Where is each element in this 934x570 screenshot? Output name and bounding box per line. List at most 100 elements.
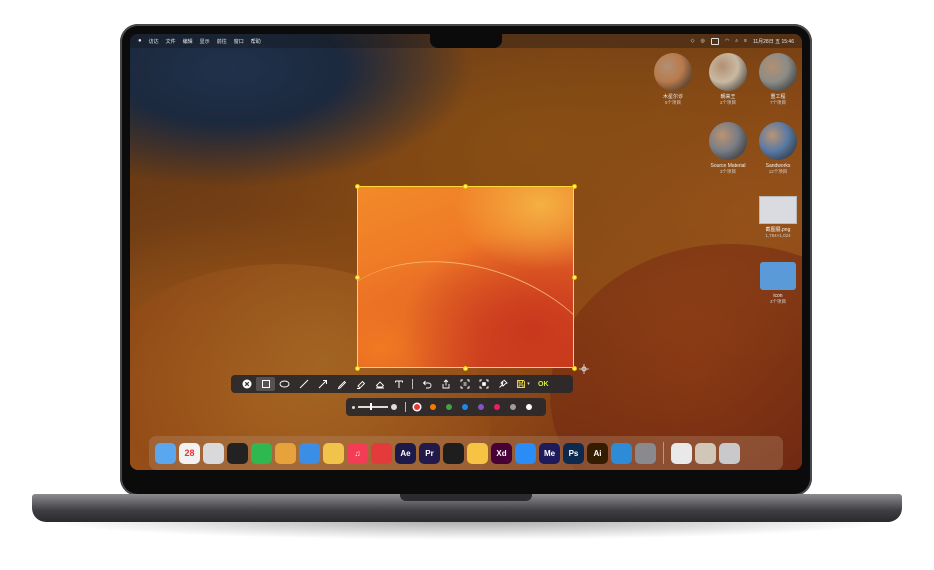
dock-app-preview[interactable] bbox=[671, 442, 692, 464]
wifi-icon[interactable]: ◠ bbox=[725, 38, 729, 44]
menu-item[interactable]: 访达 bbox=[149, 38, 159, 45]
text-tool-button[interactable] bbox=[389, 377, 408, 391]
dock-app-edge[interactable] bbox=[611, 442, 632, 464]
dock-app-safari[interactable] bbox=[299, 442, 320, 464]
color-swatch[interactable] bbox=[430, 404, 436, 410]
dock-app-illustrator[interactable]: Ai bbox=[587, 442, 608, 464]
color-swatch[interactable] bbox=[526, 404, 532, 410]
resize-handle-top-left[interactable] bbox=[355, 184, 360, 189]
desktop-icon[interactable]: 朝来王 2个项目 bbox=[700, 53, 756, 106]
dock-app-adobe-xd[interactable]: Xd bbox=[491, 442, 512, 464]
menu-item[interactable]: 前往 bbox=[217, 38, 227, 45]
save-icon bbox=[517, 380, 526, 388]
stroke-size-slider[interactable] bbox=[352, 403, 397, 411]
ok-button[interactable]: OK bbox=[538, 381, 549, 388]
desktop-icon-subtitle: 1,784×1,024 bbox=[765, 233, 791, 238]
crosshair-cursor-icon bbox=[579, 364, 589, 374]
color-swatch[interactable] bbox=[446, 404, 452, 410]
desktop-icon-subtitle: 3个项目 bbox=[769, 299, 786, 304]
desktop-icon-subtitle: 5个项目 bbox=[664, 100, 681, 105]
color-swatch[interactable] bbox=[462, 404, 468, 410]
eraser-tool-button[interactable] bbox=[370, 377, 389, 391]
dock-app-photoshop[interactable]: Ps bbox=[563, 442, 584, 464]
color-swatch[interactable] bbox=[494, 404, 500, 410]
planet-folder-icon bbox=[709, 53, 747, 91]
color-swatch[interactable] bbox=[478, 404, 484, 410]
colorbar-divider bbox=[405, 402, 406, 412]
desktop-icon[interactable]: 木星尔诊 5个项目 bbox=[645, 53, 701, 106]
pin-button[interactable] bbox=[493, 377, 512, 391]
dock-app-settings[interactable] bbox=[635, 442, 656, 464]
dock-app-chrome[interactable] bbox=[275, 442, 296, 464]
save-button[interactable]: ▾ bbox=[512, 377, 534, 391]
resize-handle-right[interactable] bbox=[572, 275, 577, 280]
undo-button[interactable] bbox=[417, 377, 436, 391]
undo-icon bbox=[422, 380, 431, 389]
menu-clock[interactable]: 11月28日 五 15:46 bbox=[753, 38, 794, 45]
ocr-button[interactable] bbox=[455, 377, 474, 391]
search-icon[interactable]: ⌕ bbox=[735, 38, 738, 44]
dock-app-sketch[interactable] bbox=[467, 442, 488, 464]
dock-app-trash[interactable] bbox=[719, 442, 740, 464]
resize-handle-bottom-right[interactable] bbox=[572, 366, 577, 371]
fullscreen-icon bbox=[479, 379, 488, 389]
arrow-tool-button[interactable] bbox=[313, 377, 332, 391]
desktop-icon[interactable]: icon 3个项目 bbox=[750, 262, 806, 305]
dock-app-photos[interactable] bbox=[323, 442, 344, 464]
dock-app-folder-stack[interactable] bbox=[695, 442, 716, 464]
dock-app-media-encoder[interactable]: Me bbox=[539, 442, 560, 464]
menu-item[interactable]: 显示 bbox=[200, 38, 210, 45]
desktop-icon[interactable]: 截图展.png 1,784×1,024 bbox=[750, 196, 806, 239]
ellipse-tool-button[interactable] bbox=[275, 377, 294, 391]
close-capture-button[interactable] bbox=[237, 377, 256, 391]
line-tool-button[interactable] bbox=[294, 377, 313, 391]
dock-app-music[interactable]: ♫ bbox=[347, 442, 368, 464]
desktop-icon[interactable]: Source Material 3个项目 bbox=[700, 122, 756, 175]
planet-folder-icon bbox=[759, 53, 797, 91]
image-file-icon bbox=[759, 196, 797, 224]
fullscreen-capture-button[interactable] bbox=[474, 377, 493, 391]
dock-app-calendar[interactable]: 28 bbox=[179, 442, 200, 464]
resize-handle-top[interactable] bbox=[463, 184, 468, 189]
toolbar-divider bbox=[412, 379, 413, 389]
dock-app-wechat[interactable] bbox=[251, 442, 272, 464]
pen-tool-button[interactable] bbox=[332, 377, 351, 391]
scan-text-icon bbox=[460, 379, 469, 389]
menu-item[interactable]: 文件 bbox=[166, 38, 176, 45]
resize-handle-left[interactable] bbox=[355, 275, 360, 280]
battery-icon[interactable] bbox=[710, 37, 719, 45]
menu-item[interactable]: 帮助 bbox=[251, 38, 261, 45]
dock-app-after-effects[interactable]: Ae bbox=[395, 442, 416, 464]
dock-app-finder[interactable] bbox=[155, 442, 176, 464]
share-button[interactable] bbox=[436, 377, 455, 391]
control-icon[interactable]: ◇ bbox=[691, 38, 695, 44]
dock-app-app-store[interactable] bbox=[515, 442, 536, 464]
tray-icon[interactable]: ◎ bbox=[700, 38, 704, 44]
desktop-icon[interactable]: 重工程 7个项目 bbox=[750, 53, 806, 106]
planet-folder-icon bbox=[759, 122, 797, 160]
color-swatch[interactable] bbox=[414, 404, 420, 410]
resize-handle-bottom[interactable] bbox=[463, 366, 468, 371]
dock-app-figma[interactable] bbox=[443, 442, 464, 464]
color-swatch[interactable] bbox=[510, 404, 516, 410]
rectangle-tool-button[interactable] bbox=[256, 377, 275, 391]
menu-item[interactable]: 编辑 bbox=[183, 38, 193, 45]
dock-app-qq[interactable] bbox=[227, 442, 248, 464]
capture-selection-area[interactable] bbox=[357, 186, 574, 368]
dock-app-launchpad[interactable] bbox=[203, 442, 224, 464]
slider-knob[interactable] bbox=[370, 403, 372, 411]
apple-menu-icon[interactable]: ● bbox=[138, 38, 142, 45]
desktop-icon[interactable]: Sandworks 12个项目 bbox=[750, 122, 806, 175]
stroke-color-bar bbox=[346, 398, 546, 416]
control-center-icon[interactable]: ≡ bbox=[744, 38, 747, 44]
close-icon bbox=[242, 379, 251, 389]
camera-notch bbox=[430, 34, 502, 48]
dock-app-netease[interactable] bbox=[371, 442, 392, 464]
resize-handle-bottom-left[interactable] bbox=[355, 366, 360, 371]
laptop-lip bbox=[400, 494, 532, 501]
menu-item[interactable]: 窗口 bbox=[234, 38, 244, 45]
pen-icon bbox=[337, 380, 346, 389]
resize-handle-top-right[interactable] bbox=[572, 184, 577, 189]
marker-tool-button[interactable] bbox=[351, 377, 370, 391]
dock-app-premiere[interactable]: Pr bbox=[419, 442, 440, 464]
